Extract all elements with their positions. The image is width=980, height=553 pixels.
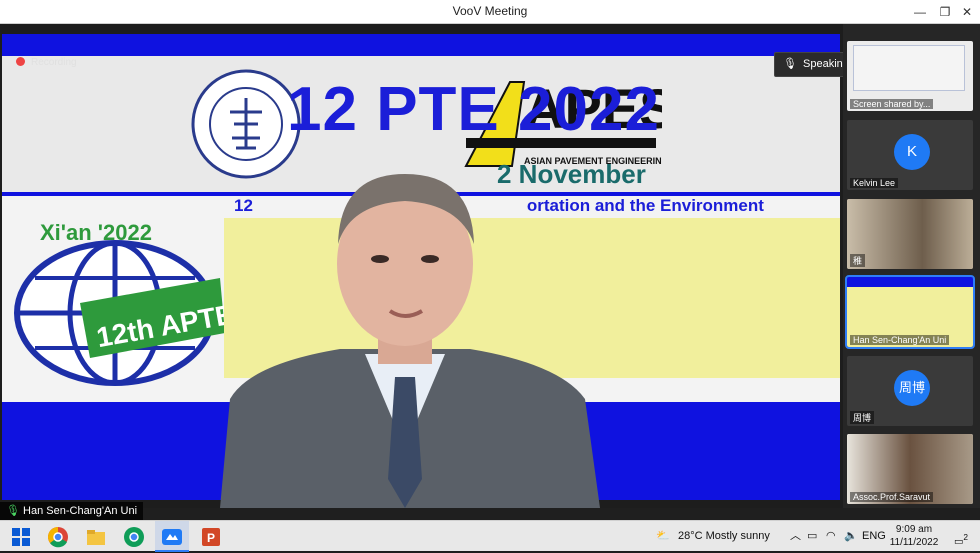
- minimize-icon: —: [914, 5, 926, 19]
- video-feed: [847, 199, 973, 269]
- wifi-icon[interactable]: ◠: [826, 521, 836, 552]
- presenter-video: [220, 174, 600, 508]
- window-title: VooV Meeting: [452, 4, 528, 18]
- participant-name: Screen shared by...: [850, 99, 934, 109]
- powerpoint-icon[interactable]: P: [200, 526, 222, 548]
- voov-taskbar-button[interactable]: [155, 521, 189, 552]
- avatar: K: [894, 134, 930, 170]
- participant-tile-zhou-bo[interactable]: 周博 周博: [847, 356, 973, 426]
- notification-count: 2: [963, 532, 969, 542]
- participant-tile-kelvin[interactable]: K Kelvin Lee: [847, 120, 973, 190]
- clock-date: 11/11/2022: [889, 537, 939, 548]
- chrome-icon[interactable]: [47, 526, 69, 548]
- presenter-name-text: Han Sen-Chang'An Uni: [23, 505, 138, 517]
- speaking-mic-icon: 🎙: [783, 58, 797, 70]
- participant-name: 稚: [850, 254, 866, 267]
- participant-name: Han Sen-Chang'An Uni: [850, 335, 950, 345]
- participant-name: 周博: [850, 411, 875, 424]
- presenter-name-label: 🎙 Han Sen-Chang'An Uni: [0, 502, 144, 520]
- video-feed: [847, 277, 973, 287]
- recording-label: Recording: [31, 57, 77, 68]
- file-explorer-icon[interactable]: [85, 526, 107, 548]
- windows-start-icon[interactable]: [10, 526, 32, 548]
- participant-tile-han-sen[interactable]: Han Sen-Chang'An Uni: [845, 275, 975, 349]
- voov-meeting-icon: [162, 529, 182, 545]
- conference-title: 12 PTE 2022: [287, 75, 660, 144]
- notification-center-button[interactable]: ▭2: [950, 526, 972, 548]
- participant-tile-video-3[interactable]: 稚: [847, 199, 973, 269]
- svg-text:P: P: [207, 531, 215, 545]
- participant-tile-saravut[interactable]: Assoc.Prof.Saravut: [847, 434, 973, 504]
- participant-name: Kelvin Lee: [850, 178, 899, 188]
- windows-taskbar: P ⛅ 28°C Mostly sunny ︿ ▭ ◠ 🔈 ENG 9:09 a…: [0, 520, 980, 552]
- title-bar: VooV Meeting — ❐ ✕: [0, 0, 980, 24]
- main-video-area[interactable]: APES ASIAN PAVEMENT ENGINEERING SOCIETY …: [0, 24, 843, 508]
- slide-band-top: [2, 34, 840, 56]
- system-clock[interactable]: 9:09 am 11/11/2022: [884, 523, 944, 549]
- weather-icon[interactable]: ⛅: [656, 521, 670, 552]
- mic-icon: 🎙: [6, 505, 20, 517]
- volume-icon[interactable]: 🔈: [844, 521, 858, 552]
- xian-logo-text: Xi'an '2022: [40, 220, 152, 245]
- recording-indicator[interactable]: Recording: [16, 57, 77, 68]
- participant-sidebar[interactable]: Screen shared by... K Kelvin Lee 稚 Han S…: [843, 24, 980, 508]
- battery-icon[interactable]: ▭: [807, 521, 817, 552]
- recording-dot-icon: [16, 57, 25, 66]
- language-indicator[interactable]: ENG: [862, 521, 886, 552]
- tray-overflow-icon[interactable]: ︿: [790, 521, 801, 552]
- weather-text[interactable]: 28°C Mostly sunny: [678, 521, 770, 552]
- avatar: 周博: [894, 370, 930, 406]
- chrome-dev-icon[interactable]: [123, 526, 145, 548]
- clock-time: 9:09 am: [895, 524, 933, 535]
- close-button[interactable]: ✕: [952, 0, 980, 24]
- restore-icon: ❐: [939, 5, 951, 19]
- participant-name: Assoc.Prof.Saravut: [850, 492, 934, 502]
- screen-thumbnail: [853, 45, 965, 91]
- participant-tile-screen[interactable]: Screen shared by...: [847, 41, 973, 111]
- notification-icon: ▭: [953, 536, 964, 548]
- close-icon: ✕: [961, 5, 973, 19]
